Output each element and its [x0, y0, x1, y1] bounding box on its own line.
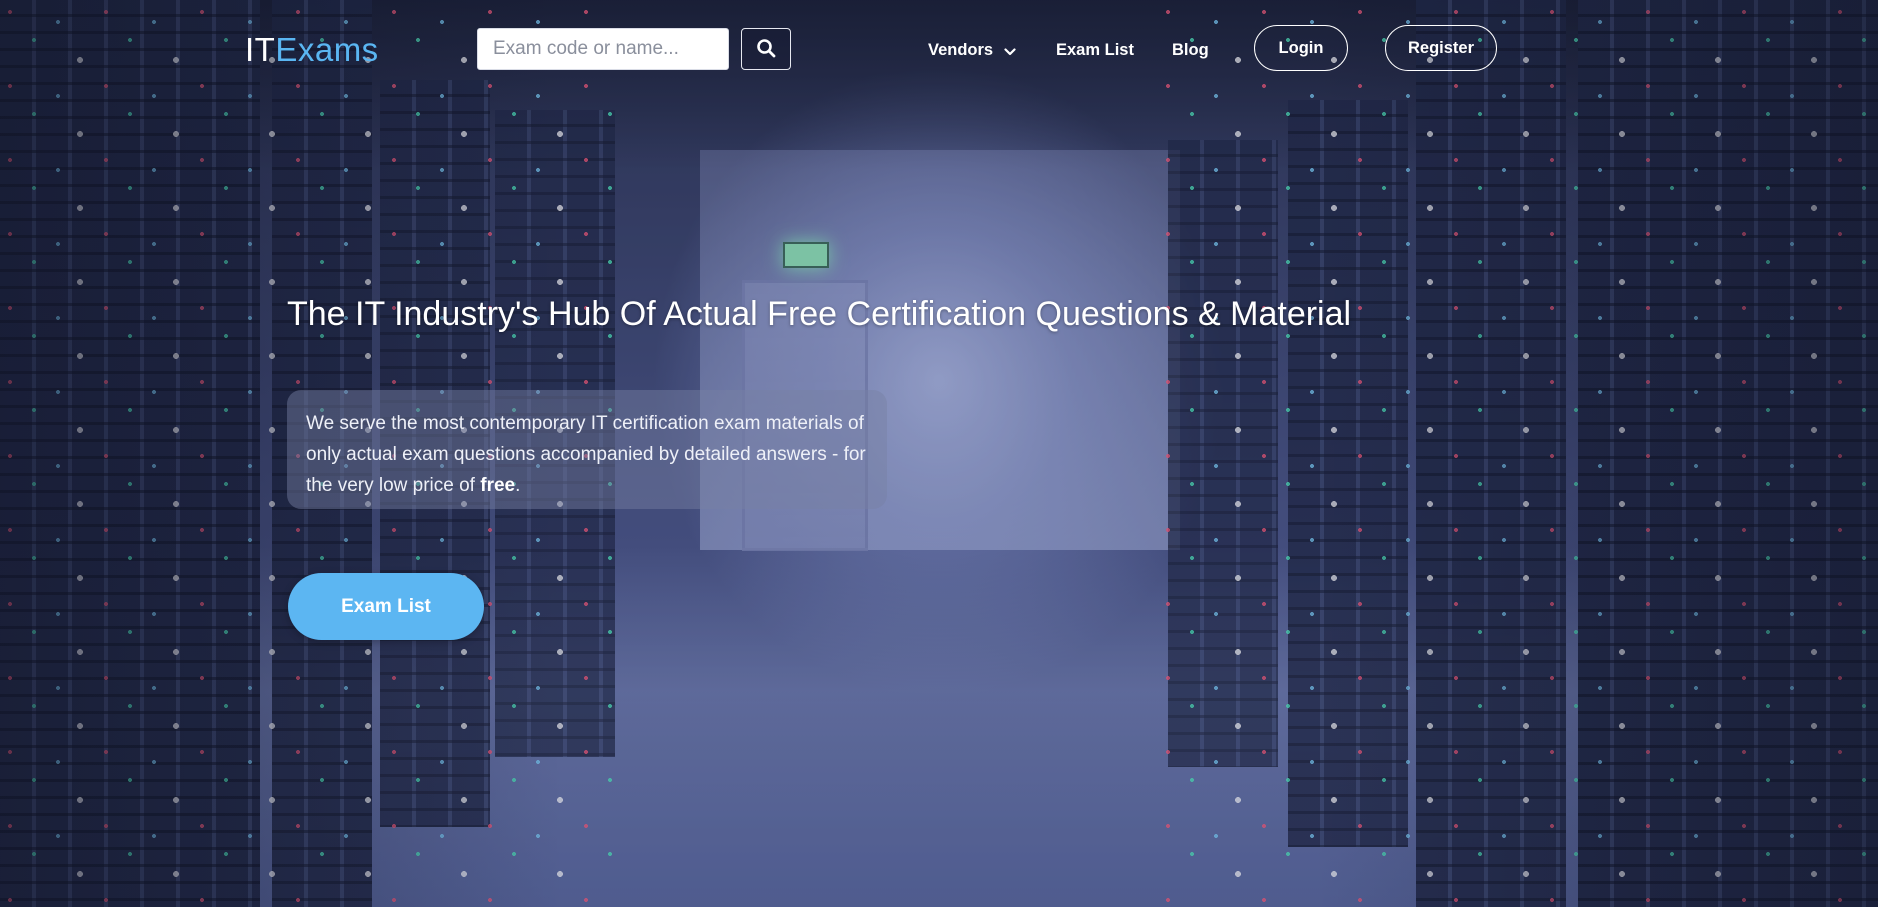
logo-text-it: IT: [245, 31, 276, 68]
exam-list-button[interactable]: Exam List: [288, 573, 484, 640]
hero-description-free: free: [480, 475, 516, 496]
hero-description-text: We serve the most contemporary IT certif…: [306, 413, 866, 496]
login-button[interactable]: Login: [1254, 25, 1348, 71]
register-button[interactable]: Register: [1385, 25, 1497, 71]
hero-description-end: .: [515, 475, 521, 496]
background-image: [0, 0, 1878, 907]
site-logo[interactable]: ITExams: [245, 30, 379, 70]
logo-text-exams: Exams: [275, 31, 379, 68]
hero-description: We serve the most contemporary IT certif…: [287, 390, 887, 509]
nav-vendors-dropdown[interactable]: Vendors: [928, 38, 1016, 62]
search-input[interactable]: [477, 28, 729, 70]
hero-title: The IT Industry's Hub Of Actual Free Cer…: [287, 295, 1352, 333]
background-overlay: [0, 0, 1878, 907]
nav-exam-list[interactable]: Exam List: [1056, 38, 1134, 62]
search-button[interactable]: [741, 28, 791, 70]
search-icon: [756, 38, 776, 61]
chevron-down-icon: [1004, 39, 1016, 63]
nav-blog[interactable]: Blog: [1172, 38, 1209, 62]
nav-vendors-label: Vendors: [928, 41, 994, 59]
